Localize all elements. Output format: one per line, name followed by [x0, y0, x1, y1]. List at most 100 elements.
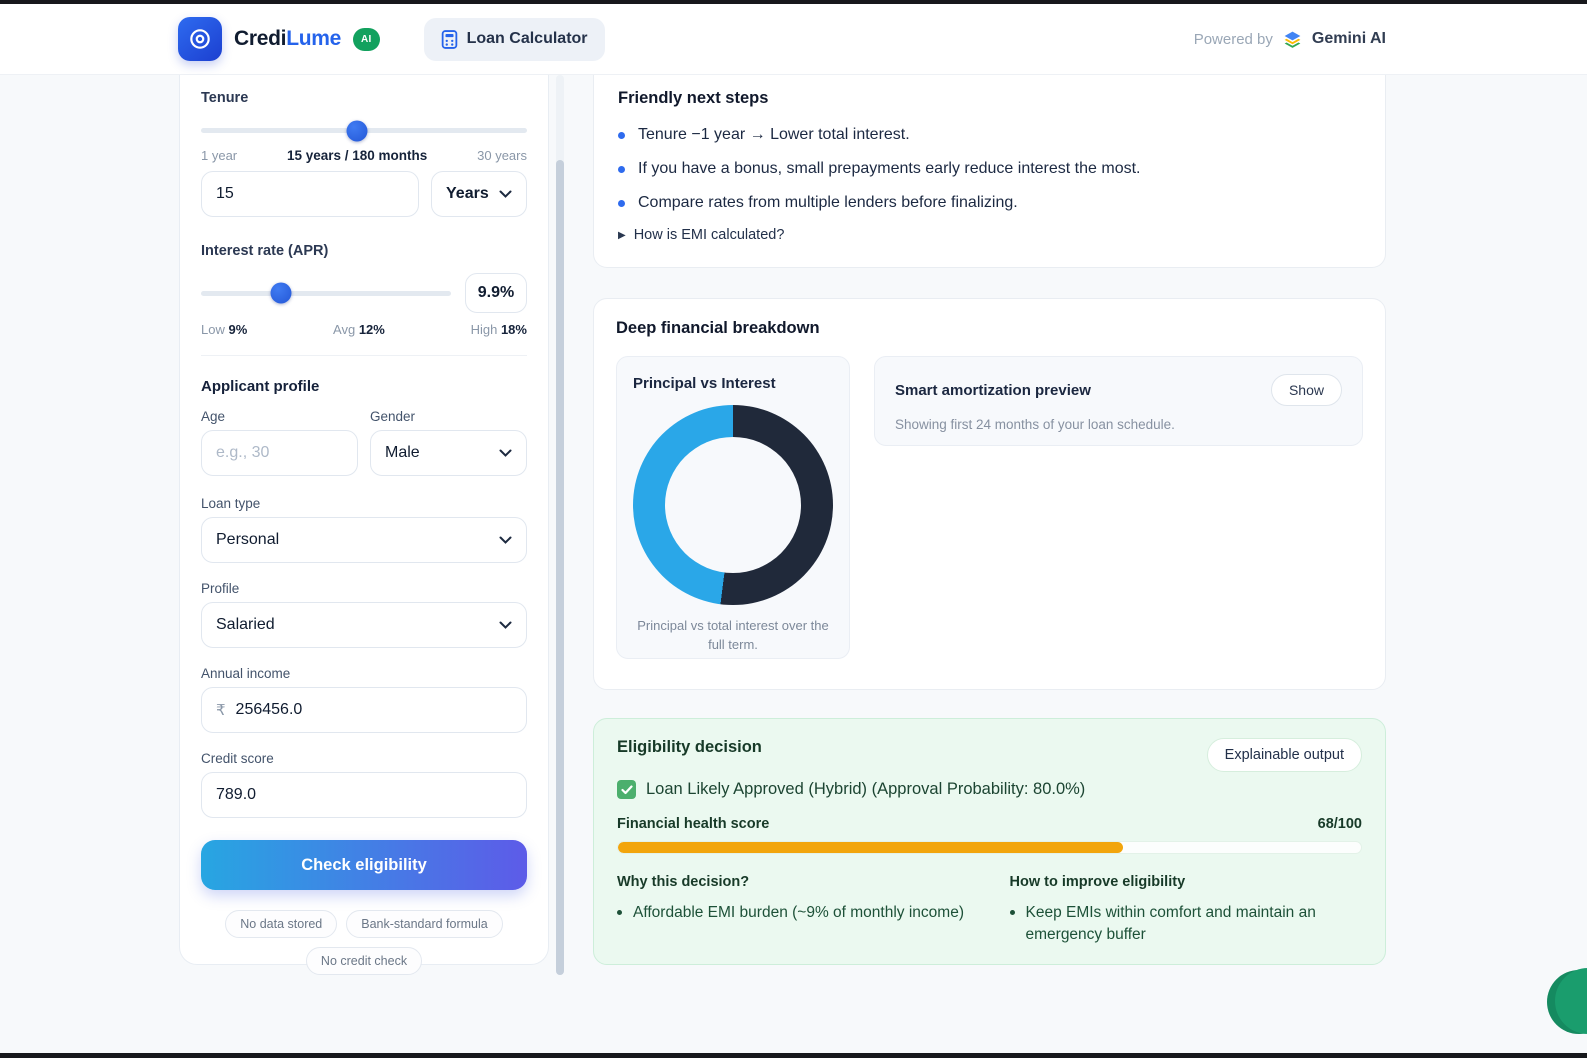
rupee-icon: ₹ — [216, 702, 226, 719]
why-decision-item: Affordable EMI burden (~9% of monthly in… — [617, 902, 970, 924]
health-progress-track — [617, 841, 1362, 854]
tab-label: Loan Calculator — [466, 30, 588, 47]
donut-title: Principal vs Interest — [633, 375, 776, 392]
donut-caption: Principal vs total interest over the ful… — [637, 618, 829, 652]
interest-label: Interest rate (APR) — [201, 243, 329, 259]
age-input[interactable] — [201, 430, 358, 476]
window-frame-bottom — [0, 1053, 1587, 1058]
powered-by-name: Gemini AI — [1311, 30, 1386, 47]
chevron-down-icon — [499, 449, 512, 457]
divider — [201, 355, 527, 356]
explainable-output-button[interactable]: Explainable output — [1206, 738, 1362, 772]
tab-loan-calculator[interactable]: Loan Calculator — [423, 17, 605, 61]
friendly-next-steps-card: Friendly next steps Tenure −1 year → Low… — [593, 75, 1386, 268]
interest-scale: Low 9% Avg 12% High 18% — [201, 322, 527, 337]
tenure-unit-value: Years — [446, 185, 489, 202]
ai-badge: AI — [353, 27, 380, 51]
annual-income-input[interactable] — [235, 701, 512, 719]
amortization-card: Smart amortization preview Show Showing … — [874, 356, 1363, 446]
interest-slider[interactable] — [201, 282, 451, 304]
principal-interest-donut — [633, 405, 833, 605]
gender-value: Male — [385, 444, 420, 461]
tenure-value-input[interactable] — [201, 171, 419, 217]
improve-eligibility-item: Keep EMIs within comfort and maintain an… — [1009, 902, 1363, 946]
disclosure-triangle-icon: ▶ — [618, 229, 626, 241]
improve-eligibility-heading: How to improve eligibility — [1009, 874, 1186, 890]
brand-logo — [178, 17, 222, 61]
profile-select[interactable]: Salaried — [201, 602, 527, 648]
next-step-item: If you have a bonus, small prepayments e… — [618, 158, 1361, 180]
next-step-item: Compare rates from multiple lenders befo… — [618, 192, 1361, 214]
powered-by-prefix: Powered by — [1193, 30, 1273, 48]
age-label: Age — [201, 409, 226, 424]
breakdown-title: Deep financial breakdown — [616, 319, 820, 337]
tenure-scale: 1 year 15 years / 180 months 30 years — [201, 148, 527, 163]
tenure-current-label: 15 years / 180 months — [286, 148, 428, 163]
next-step-item: Tenure −1 year → Lower total interest. — [618, 124, 1361, 146]
credit-score-label: Credit score — [201, 751, 274, 766]
check-eligibility-button[interactable]: Check eligibility — [201, 840, 527, 890]
loan-form-panel: Tenure 1 year 15 years / 180 months 30 y… — [179, 75, 549, 975]
tenure-min-label: 1 year — [201, 148, 238, 163]
emi-calculation-disclosure[interactable]: ▶ How is EMI calculated? — [618, 227, 1361, 243]
tenure-label: Tenure — [201, 90, 249, 106]
amortization-title: Smart amortization preview — [895, 381, 1091, 399]
amortization-caption: Showing first 24 months of your loan sch… — [895, 417, 1175, 432]
window-frame-top — [0, 0, 1587, 4]
interest-value-box: 9.9% — [465, 273, 527, 313]
deep-financial-breakdown-card: Deep financial breakdown Principal vs In… — [593, 298, 1386, 690]
applicant-profile-heading: Applicant profile — [201, 378, 320, 395]
bullet-dot-icon — [1009, 910, 1015, 915]
trust-badges: No data stored Bank-standard formula No … — [201, 910, 527, 975]
interest-slider-thumb[interactable] — [270, 282, 292, 304]
eligibility-title: Eligibility decision — [617, 738, 762, 756]
powered-by: Powered by Gemini AI — [1194, 29, 1386, 50]
profile-value: Salaried — [216, 616, 275, 633]
tenure-slider-thumb[interactable] — [346, 120, 368, 141]
next-steps-title: Friendly next steps — [618, 89, 769, 107]
tenure-unit-select[interactable]: Years — [431, 171, 527, 217]
bullet-dot-icon — [618, 166, 625, 173]
gender-label: Gender — [370, 409, 416, 424]
loan-type-label: Loan type — [201, 496, 261, 511]
why-decision-heading: Why this decision? — [617, 874, 750, 890]
bullet-dot-icon — [618, 200, 625, 207]
tenure-slider[interactable] — [201, 120, 527, 141]
brand-name-secondary: Lume — [286, 27, 341, 50]
app-header: CrediLume AI Loan Calculator Powered by … — [0, 4, 1587, 75]
show-amortization-button[interactable]: Show — [1270, 374, 1342, 406]
profile-label: Profile — [201, 581, 240, 596]
health-score-label: Financial health score — [617, 816, 770, 832]
annual-income-field[interactable]: ₹ — [201, 687, 527, 733]
credit-score-input[interactable] — [201, 772, 527, 818]
chevron-down-icon — [499, 536, 512, 544]
improve-eligibility-column: How to improve eligibility Keep EMIs wit… — [1009, 874, 1363, 946]
badge-no-credit-check: No credit check — [305, 947, 423, 975]
principal-interest-card: Principal vs Interest Principal vs total… — [616, 356, 850, 659]
check-mark-icon — [617, 780, 636, 799]
panel-scrollbar-thumb[interactable] — [556, 160, 564, 975]
brand: CrediLume AI — [178, 17, 380, 61]
calculator-icon — [441, 29, 457, 49]
gender-select[interactable]: Male — [370, 430, 527, 476]
bullet-dot-icon — [618, 132, 625, 139]
loan-type-select[interactable]: Personal — [201, 517, 527, 563]
badge-bank-standard-formula: Bank-standard formula — [346, 910, 503, 938]
loan-type-value: Personal — [216, 531, 280, 548]
health-score-value: 68/100 — [1317, 816, 1362, 832]
chevron-down-icon — [499, 190, 512, 198]
chevron-down-icon — [499, 621, 512, 629]
interest-avg: Avg 12% — [333, 322, 385, 337]
interest-low: Low 9% — [201, 322, 248, 337]
badge-no-data-stored: No data stored — [225, 910, 338, 938]
panel-scrollbar[interactable] — [556, 75, 564, 975]
eligibility-decision-card: Eligibility decision Explainable output … — [593, 718, 1386, 965]
brand-name: CrediLume — [234, 27, 341, 51]
interest-slider-track[interactable] — [201, 290, 451, 296]
eligibility-result-text: Loan Likely Approved (Hybrid) (Approval … — [646, 780, 1086, 798]
tenure-max-label: 30 years — [477, 148, 527, 163]
health-progress-fill — [618, 842, 1124, 853]
layers-icon — [1284, 31, 1301, 48]
interest-high: High 18% — [470, 322, 527, 337]
bullet-dot-icon — [617, 910, 622, 915]
